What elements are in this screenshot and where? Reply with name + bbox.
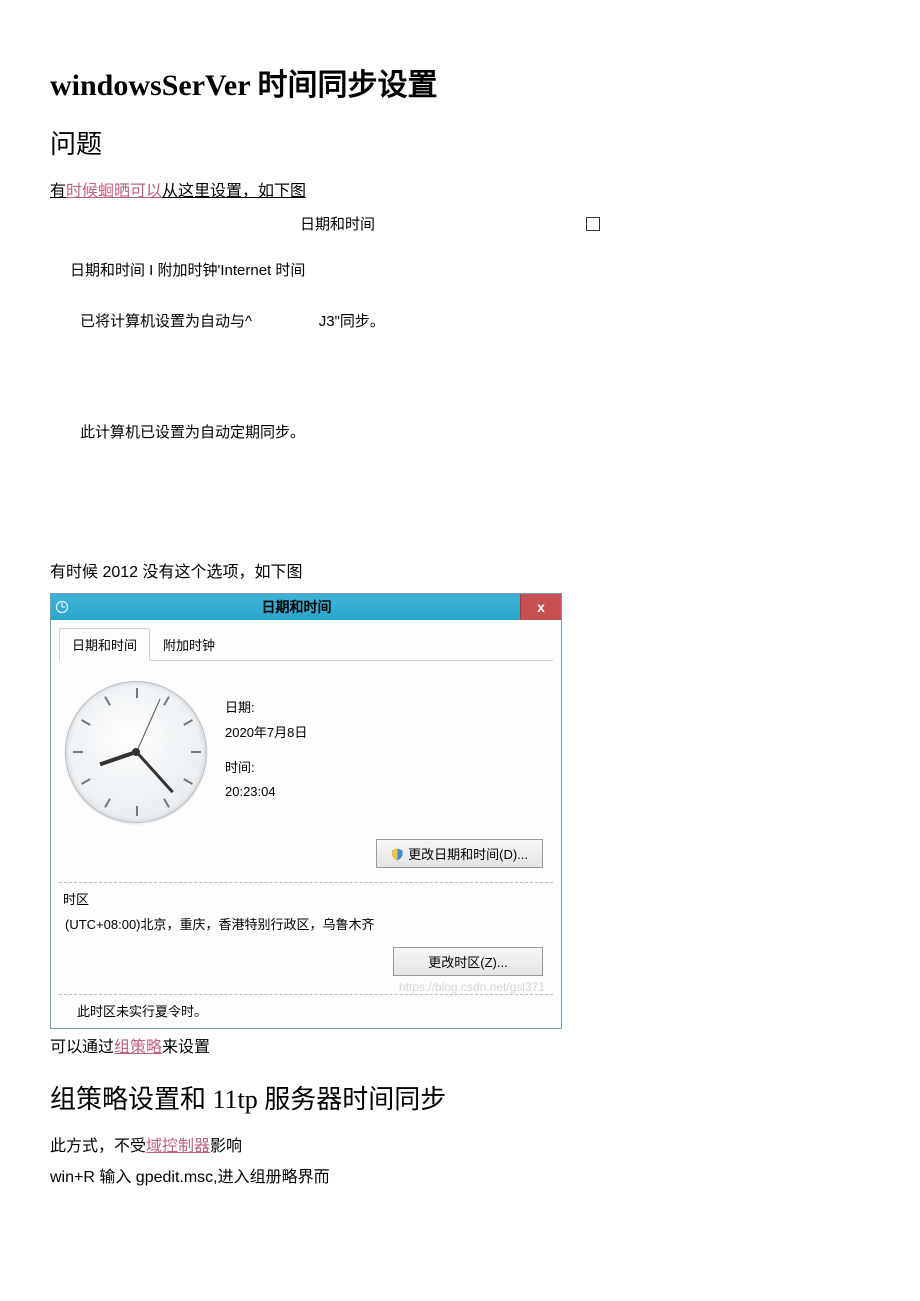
time-value: 20:23:04 [225,780,307,805]
tab-datetime[interactable]: 日期和时间 [59,628,150,661]
clock-minute-hand [135,751,173,793]
paragraph-gpedit: win+R 输入 gpedit.msc,进入组册略界而 [50,1167,870,1189]
date-value: 2020年7月8日 [225,721,307,746]
dialog1-tabs: 日期和时间 I 附加时钟'Internet 时间 [70,259,870,280]
dialog1-datetime-text: 日期和时间 日期和时间 I 附加时钟'Internet 时间 已将计算机设置为自… [50,213,870,442]
paragraph-gpo-note: 可以通过组策略来设置 [50,1037,870,1059]
analog-clock [65,681,205,821]
section-gpo-heading: 组策略设置和 11tp 服务器时间同步 [50,1079,870,1116]
change-timezone-button[interactable]: 更改时区(Z)... [393,947,543,976]
status1-b: J3"同步。 [319,313,385,330]
dialog1-auto-sync-status: 此计算机已设置为自动定期同步。 [80,421,870,442]
text-dc-a: 此方式，不受 [50,1138,146,1155]
dialog1-title: 日期和时间 [300,213,375,234]
timezone-section-label: 时区 [59,882,553,910]
shield-icon [391,848,404,861]
datetime-text-block: 日期: 2020年7月8日 时间: 20:23:04 [225,696,307,805]
paragraph-intro: 有时候蛔晒可以从这里设置，如下图 [50,181,870,203]
dialog1-sync-status: 已将计算机设置为自动与^ J3"同步。 [80,310,870,331]
change-datetime-button[interactable]: 更改日期和时间(D)... [376,839,543,868]
paragraph-dc-note: 此方式，不受域控制器影响 [50,1136,870,1158]
text-gpo-b: 来设置 [162,1039,210,1056]
link-sometimes[interactable]: 时候蛔晒可以 [66,183,162,200]
link-domain-controller[interactable]: 域控制器 [146,1138,210,1155]
link-group-policy[interactable]: 组策略 [114,1039,162,1056]
text-gpo-a: 可以通过 [50,1039,114,1056]
section-problem-heading: 问题 [50,124,870,161]
paragraph-2012-note: 有时候 2012 没有这个选项，如下图 [50,562,870,584]
titlebar: 日期和时间 x [51,594,561,620]
status1-a: 已将计算机设置为自动与^ [80,313,252,330]
page-title: windowsSerVer 时间同步设置 [50,60,870,104]
app-icon [51,594,73,620]
text-dc-b: 影响 [210,1138,242,1155]
clock-second-hand [136,699,161,752]
date-label: 日期: [225,696,307,721]
watermark: https://blog.csdn.net/gsl371 [59,980,553,994]
change-datetime-label: 更改日期和时间(D)... [408,847,528,862]
maximize-icon [586,217,600,231]
time-label: 时间: [225,756,307,781]
dialog2-datetime-window: 日期和时间 x 日期和时间 附加时钟 [50,593,562,1029]
close-button[interactable]: x [520,594,561,620]
text-suffix: 从这里设置，如下图 [162,183,306,200]
tab-strip: 日期和时间 附加时钟 [59,628,553,661]
dst-note: 此时区未实行夏令时。 [59,994,553,1024]
text-prefix: 有 [50,183,66,200]
timezone-value: (UTC+08:00)北京，重庆，香港特别行政区，乌鲁木齐 [59,910,553,943]
clock-hub [132,748,140,756]
dialog2-title: 日期和时间 [73,594,520,620]
tab-additional-clocks[interactable]: 附加时钟 [150,628,228,661]
